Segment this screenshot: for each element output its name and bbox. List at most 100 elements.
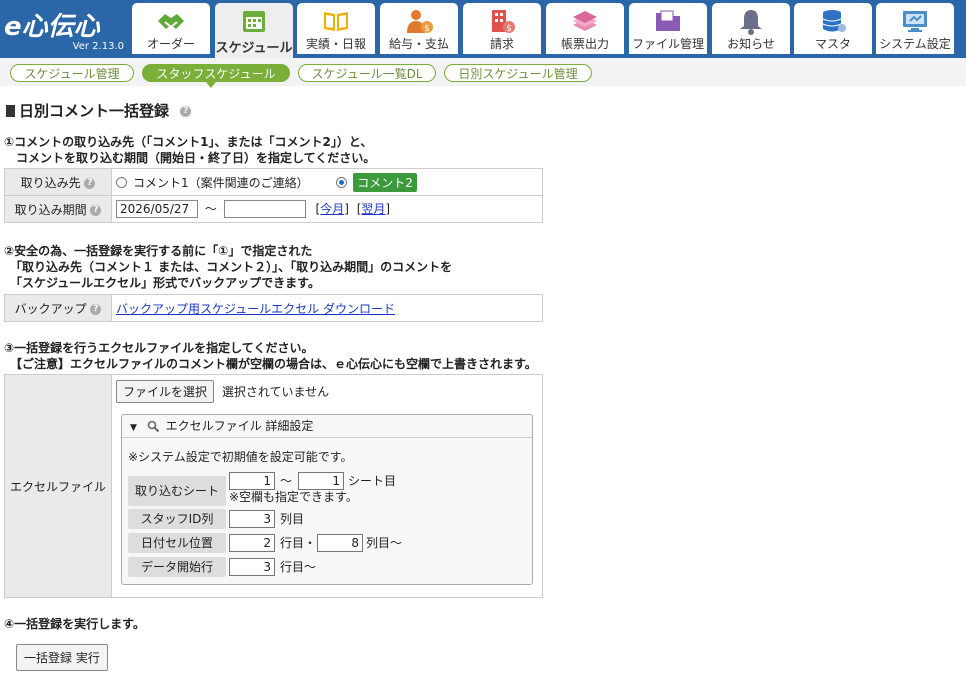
tab-files[interactable]: ファイル管理	[629, 3, 707, 54]
sheet-suffix: シート目	[348, 474, 397, 488]
app-logo[interactable]: e心伝心 Ver 2.13.0	[4, 6, 128, 54]
step3-line2: 【ご注意】エクセルファイルのコメント欄が空欄の場合は、ｅ心伝心にも空欄で上書きさ…	[4, 357, 537, 371]
tab-master[interactable]: マスタ	[794, 3, 872, 54]
brand-name: e心伝心	[4, 12, 100, 42]
target-label-cell: 取り込み先 ?	[4, 168, 112, 196]
target-options: コメント1（案件関連のご連絡） コメント2	[111, 168, 543, 196]
date-range-separator: ～	[204, 201, 217, 216]
app-version: Ver 2.13.0	[72, 41, 124, 52]
subnav-daily-schedule[interactable]: 日別スケジュール管理	[444, 64, 592, 82]
backup-download-link[interactable]: バックアップ用スケジュールエクセル ダウンロード	[116, 302, 395, 316]
staff-id-col-input[interactable]: 3	[229, 510, 275, 528]
tab-schedule[interactable]: スケジュール	[215, 3, 293, 58]
file-label-cell: エクセルファイル	[4, 374, 112, 598]
sub-nav: スケジュール管理 スタッフスケジュール スケジュール一覧DL 日別スケジュール管…	[0, 58, 966, 88]
data-start-row-input[interactable]: 3	[229, 558, 275, 576]
detail-header[interactable]: ▼ エクセルファイル 詳細設定	[122, 415, 532, 438]
sheet-label: 取り込むシート	[128, 476, 226, 506]
person-money-icon: $	[407, 10, 433, 34]
date-col-suffix: 列目～	[366, 536, 403, 550]
step2-line2: 「取り込み先（コメント１ または、コメント２）」、「取り込み期間」のコメントを	[4, 260, 453, 274]
file-status: 選択されていません	[221, 385, 330, 399]
date-row-input[interactable]: 2	[229, 534, 275, 552]
tab-notice[interactable]: お知らせ	[712, 3, 790, 54]
run-bulk-register-button[interactable]: 一括登録 実行	[16, 644, 108, 671]
staff-id-label: スタッフID列	[128, 509, 226, 529]
calendar-icon	[243, 11, 265, 32]
help-icon[interactable]: ?	[90, 303, 102, 315]
tab-payroll[interactable]: $ 給与・支払	[380, 3, 458, 54]
monitor-settings-icon	[903, 11, 927, 32]
book-icon	[324, 12, 348, 31]
page-title-row: 日別コメント一括登録 ?	[6, 100, 192, 121]
target-label: 取り込み先	[20, 175, 81, 190]
help-icon[interactable]: ?	[180, 106, 192, 117]
date-row-suffix: 行目・	[280, 536, 317, 550]
next-month-link[interactable]: 翌月	[361, 202, 385, 216]
tab-label: マスタ	[814, 37, 851, 51]
period-inputs: 2026/05/27 ～ [今月] [翌月]	[111, 195, 543, 223]
tab-label: システム設定	[879, 37, 951, 51]
comment2-radio[interactable]	[336, 176, 348, 188]
sheet-from-input[interactable]: 1	[229, 472, 275, 490]
sheet-note: ※空欄も指定できます。	[229, 490, 358, 504]
period-label-cell: 取り込み期間 ?	[4, 195, 112, 223]
tab-label: ファイル管理	[631, 37, 704, 51]
date-col-input[interactable]: 8	[317, 534, 363, 552]
help-icon[interactable]: ?	[84, 177, 96, 189]
step4-instructions: ④一括登録を実行します。	[4, 616, 145, 632]
folder-icon	[656, 10, 680, 31]
comment2-label[interactable]: コメント2	[353, 172, 417, 192]
step2-line3: 「スケジュールエクセル」形式でバックアップできます。	[4, 276, 320, 290]
step2-instructions: ②安全の為、一括登録を実行する前に「①」で指定された 「取り込み先（コメント１ …	[4, 243, 452, 291]
tab-order[interactable]: オーダー	[132, 3, 210, 54]
comment1-label[interactable]: コメント1（案件関連のご連絡）	[133, 176, 309, 190]
step1-line1: ①コメントの取り込み先（「コメント1」、または「コメント2」）と、	[4, 135, 373, 149]
this-month-link-wrap: [今月]	[315, 201, 349, 216]
choose-file-button[interactable]: ファイルを選択	[116, 380, 215, 403]
tab-label: スケジュール	[215, 41, 293, 56]
backup-label: バックアップ	[14, 301, 87, 316]
bell-icon	[740, 10, 762, 35]
this-month-link[interactable]: 今月	[320, 202, 344, 216]
subnav-schedule-manage[interactable]: スケジュール管理	[10, 64, 134, 82]
step3-instructions: ③一括登録を行うエクセルファイルを指定してください。 【ご注意】エクセルファイル…	[4, 340, 537, 372]
detail-title: エクセルファイル 詳細設定	[165, 419, 314, 433]
tab-forms[interactable]: 帳票出力	[546, 3, 624, 54]
subnav-staff-schedule[interactable]: スタッフスケジュール	[142, 64, 290, 82]
end-date-input[interactable]	[223, 200, 306, 219]
comment1-radio[interactable]	[116, 176, 127, 188]
period-label: 取り込み期間	[14, 202, 87, 217]
tab-label: お知らせ	[727, 37, 775, 51]
step2-line1: ②安全の為、一括登録を実行する前に「①」で指定された	[4, 244, 313, 258]
tab-label: オーダー	[146, 37, 195, 51]
tab-label: 給与・支払	[388, 37, 449, 51]
tab-system[interactable]: システム設定	[876, 3, 954, 54]
start-date-input[interactable]: 2026/05/27	[116, 200, 198, 219]
step2-form: バックアップ ? バックアップ用スケジュールエクセル ダウンロード	[4, 294, 543, 322]
active-indicator	[206, 82, 216, 88]
file-picker: ファイルを選択 選択されていません	[116, 380, 538, 403]
svg-text:$: $	[424, 24, 430, 34]
step1-line2: コメントを取り込む期間（開始日・終了日）を指定してください。	[4, 151, 376, 165]
date-cell-label: 日付セル位置	[128, 533, 226, 553]
sheet-to-input[interactable]: 1	[298, 472, 344, 490]
subnav-schedule-dl[interactable]: スケジュール一覧DL	[298, 64, 436, 82]
search-icon	[147, 420, 159, 433]
svg-text:$: $	[506, 24, 512, 34]
step3-line1: ③一括登録を行うエクセルファイルを指定してください。	[4, 341, 314, 355]
next-month-link-wrap: [翌月]	[356, 201, 391, 216]
top-nav: e心伝心 Ver 2.13.0 オーダー スケジュール 実績・日報 $ 給与・支…	[0, 0, 966, 58]
papers-icon	[573, 11, 597, 31]
tab-billing[interactable]: $ 請求	[463, 3, 541, 54]
help-icon[interactable]: ?	[90, 204, 102, 216]
page-title: 日別コメント一括登録	[19, 102, 170, 120]
title-marker-icon	[6, 105, 15, 117]
caret-down-icon: ▼	[130, 423, 137, 433]
handshake-icon	[158, 14, 184, 29]
detail-note: ※システム設定で初期値を設定可能です。	[128, 450, 353, 464]
tab-results[interactable]: 実績・日報	[297, 3, 375, 54]
step4-line1: ④一括登録を実行します。	[4, 617, 145, 631]
tab-label: 実績・日報	[305, 37, 366, 51]
step1-instructions: ①コメントの取り込み先（「コメント1」、または「コメント2」）と、 コメントを取…	[4, 134, 375, 166]
